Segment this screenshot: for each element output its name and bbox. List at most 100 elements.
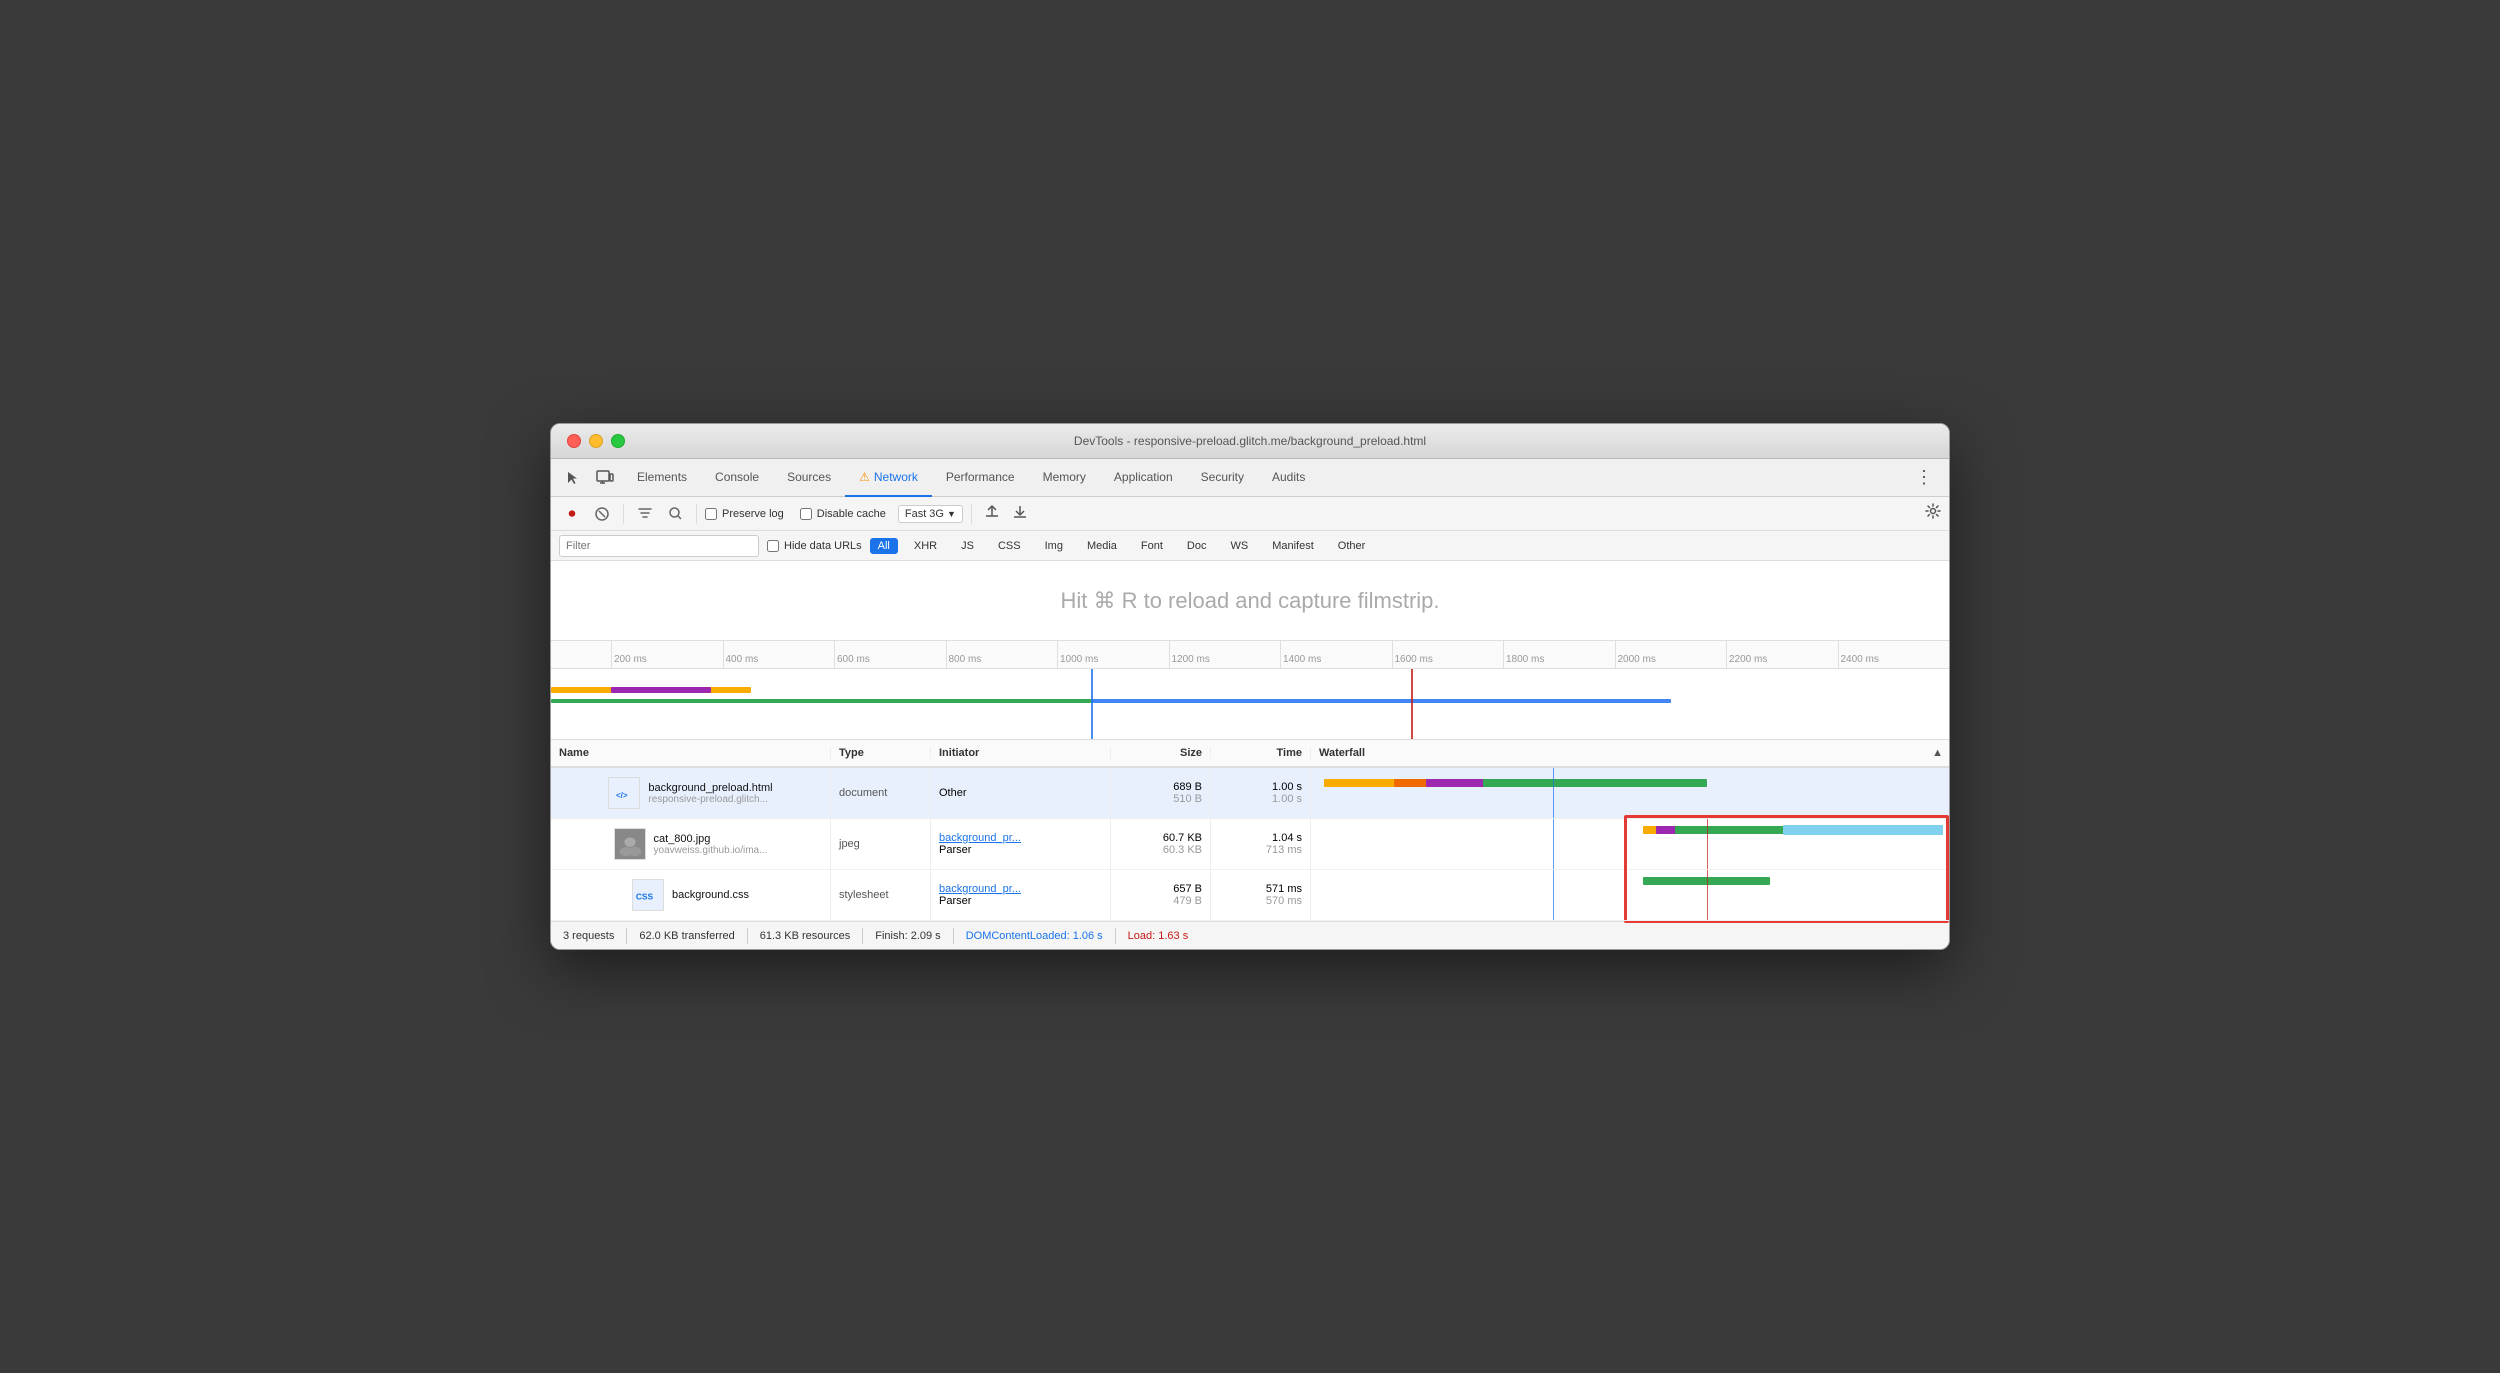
filter-font-button[interactable]: Font [1133, 538, 1171, 554]
timeline-load-line [1411, 669, 1413, 739]
tab-application[interactable]: Application [1100, 459, 1187, 497]
search-button[interactable] [662, 501, 688, 527]
timeline-ruler: 200 ms 400 ms 600 ms 800 ms 1000 ms 1200… [551, 641, 1949, 669]
header-initiator: Initiator [931, 747, 1111, 759]
ruler-mark-2200: 2200 ms [1726, 641, 1838, 668]
separator2 [696, 504, 697, 524]
filter-button[interactable] [632, 501, 658, 527]
file-icon-jpg [614, 828, 646, 860]
timeline-bars [551, 669, 1949, 739]
ruler-mark-800: 800 ms [946, 641, 1058, 668]
cell-type-2: jpeg [831, 819, 931, 869]
tab-elements[interactable]: Elements [623, 459, 701, 497]
filter-doc-button[interactable]: Doc [1179, 538, 1215, 554]
close-button[interactable] [567, 434, 581, 448]
cell-waterfall-1 [1311, 768, 1949, 818]
separator [623, 504, 624, 524]
name-text-1: background_preload.html responsive-prelo… [648, 782, 772, 805]
filter-ws-button[interactable]: WS [1222, 538, 1256, 554]
filter-css-button[interactable]: CSS [990, 538, 1029, 554]
clear-button[interactable] [589, 501, 615, 527]
filter-input[interactable] [559, 535, 759, 557]
throttle-select[interactable]: Fast 3G ▼ [898, 505, 963, 523]
dom-content-time: DOMContentLoaded: 1.06 s [966, 930, 1103, 942]
maximize-button[interactable] [611, 434, 625, 448]
minimize-button[interactable] [589, 434, 603, 448]
cell-initiator-1: Other [931, 768, 1111, 818]
wf-dom-line-2 [1553, 819, 1554, 869]
window-title: DevTools - responsive-preload.glitch.me/… [1074, 434, 1426, 448]
tabs-row: Elements Console Sources ⚠ Network Perfo… [551, 459, 1949, 497]
cell-name-3: CSS background.css [551, 870, 831, 920]
ruler-mark-200: 200 ms [611, 641, 723, 668]
disable-cache-label[interactable]: Disable cache [800, 508, 886, 520]
tab-network[interactable]: ⚠ Network [845, 459, 932, 497]
ruler-mark-1400: 1400 ms [1280, 641, 1392, 668]
table-row[interactable]: </> background_preload.html responsive-p… [551, 768, 1949, 819]
filter-row: Hide data URLs All XHR JS CSS Img Media … [551, 531, 1949, 561]
ruler-mark-2400: 2400 ms [1838, 641, 1950, 668]
wf-dom-line-3 [1553, 870, 1554, 920]
network-table: Name Type Initiator Size Time Waterfall … [551, 740, 1949, 921]
device-icon[interactable] [591, 464, 619, 492]
tab-performance[interactable]: Performance [932, 459, 1029, 497]
toolbar-row: ⏺ Preserve log Disable cache [551, 497, 1949, 531]
download-button[interactable] [1008, 501, 1032, 526]
disable-cache-checkbox[interactable] [800, 508, 812, 520]
tl-bar-blue [1091, 699, 1671, 703]
tab-security[interactable]: Security [1187, 459, 1258, 497]
wf-bars-2 [1311, 819, 1949, 869]
table-row[interactable]: cat_800.jpg yoavweiss.github.io/ima... j… [551, 819, 1949, 870]
preserve-log-label[interactable]: Preserve log [705, 508, 784, 520]
name-text-2: cat_800.jpg yoavweiss.github.io/ima... [654, 833, 768, 856]
status-sep-1 [626, 928, 627, 944]
cell-size-2: 60.7 KB 60.3 KB [1111, 819, 1211, 869]
chevron-down-icon: ▼ [947, 509, 956, 519]
filter-other-button[interactable]: Other [1330, 538, 1374, 554]
tab-sources[interactable]: Sources [773, 459, 845, 497]
finish-time: Finish: 2.09 s [875, 930, 940, 942]
cell-size-1: 689 B 510 B [1111, 768, 1211, 818]
table-header: Name Type Initiator Size Time Waterfall … [551, 740, 1949, 768]
wf-purple [1426, 779, 1490, 787]
cell-time-3: 571 ms 570 ms [1211, 870, 1311, 920]
cell-name-2: cat_800.jpg yoavweiss.github.io/ima... [551, 819, 831, 869]
filter-xhr-button[interactable]: XHR [906, 538, 945, 554]
filter-img-button[interactable]: Img [1037, 538, 1071, 554]
wf-load-line-2 [1707, 819, 1708, 869]
status-sep-2 [747, 928, 748, 944]
file-icon-css: CSS [632, 879, 664, 911]
record-button[interactable]: ⏺ [559, 501, 585, 527]
name-text-3: background.css [672, 889, 749, 901]
wf-lightblue-2 [1783, 825, 1943, 835]
cell-type-3: stylesheet [831, 870, 931, 920]
tab-memory[interactable]: Memory [1029, 459, 1100, 497]
cell-name-1: </> background_preload.html responsive-p… [551, 768, 831, 818]
status-sep-4 [953, 928, 954, 944]
filter-js-button[interactable]: JS [953, 538, 982, 554]
tab-console[interactable]: Console [701, 459, 773, 497]
settings-button[interactable] [1925, 503, 1941, 524]
cell-waterfall-2 [1311, 819, 1949, 869]
file-icon-html: </> [608, 777, 640, 809]
cell-initiator-3: background_pr... Parser [931, 870, 1111, 920]
tab-audits[interactable]: Audits [1258, 459, 1319, 497]
filter-all-button[interactable]: All [870, 538, 898, 554]
cursor-icon[interactable] [559, 464, 587, 492]
hide-data-urls-checkbox[interactable] [767, 540, 779, 552]
more-tabs-button[interactable]: ⋮ [1907, 467, 1941, 488]
resources-size: 61.3 KB resources [760, 930, 851, 942]
filter-media-button[interactable]: Media [1079, 538, 1125, 554]
timeline-dom-line [1091, 669, 1093, 739]
svg-text:CSS: CSS [636, 892, 654, 902]
hide-data-urls-label[interactable]: Hide data URLs [767, 540, 862, 552]
filter-manifest-button[interactable]: Manifest [1264, 538, 1322, 554]
wf-bars-1 [1311, 768, 1949, 818]
table-row[interactable]: CSS background.css stylesheet background… [551, 870, 1949, 921]
preserve-log-checkbox[interactable] [705, 508, 717, 520]
upload-button[interactable] [980, 501, 1004, 526]
header-time: Time [1211, 747, 1311, 759]
ruler-mark-1000: 1000 ms [1057, 641, 1169, 668]
cell-size-3: 657 B 479 B [1111, 870, 1211, 920]
header-waterfall: Waterfall ▲ [1311, 747, 1949, 759]
